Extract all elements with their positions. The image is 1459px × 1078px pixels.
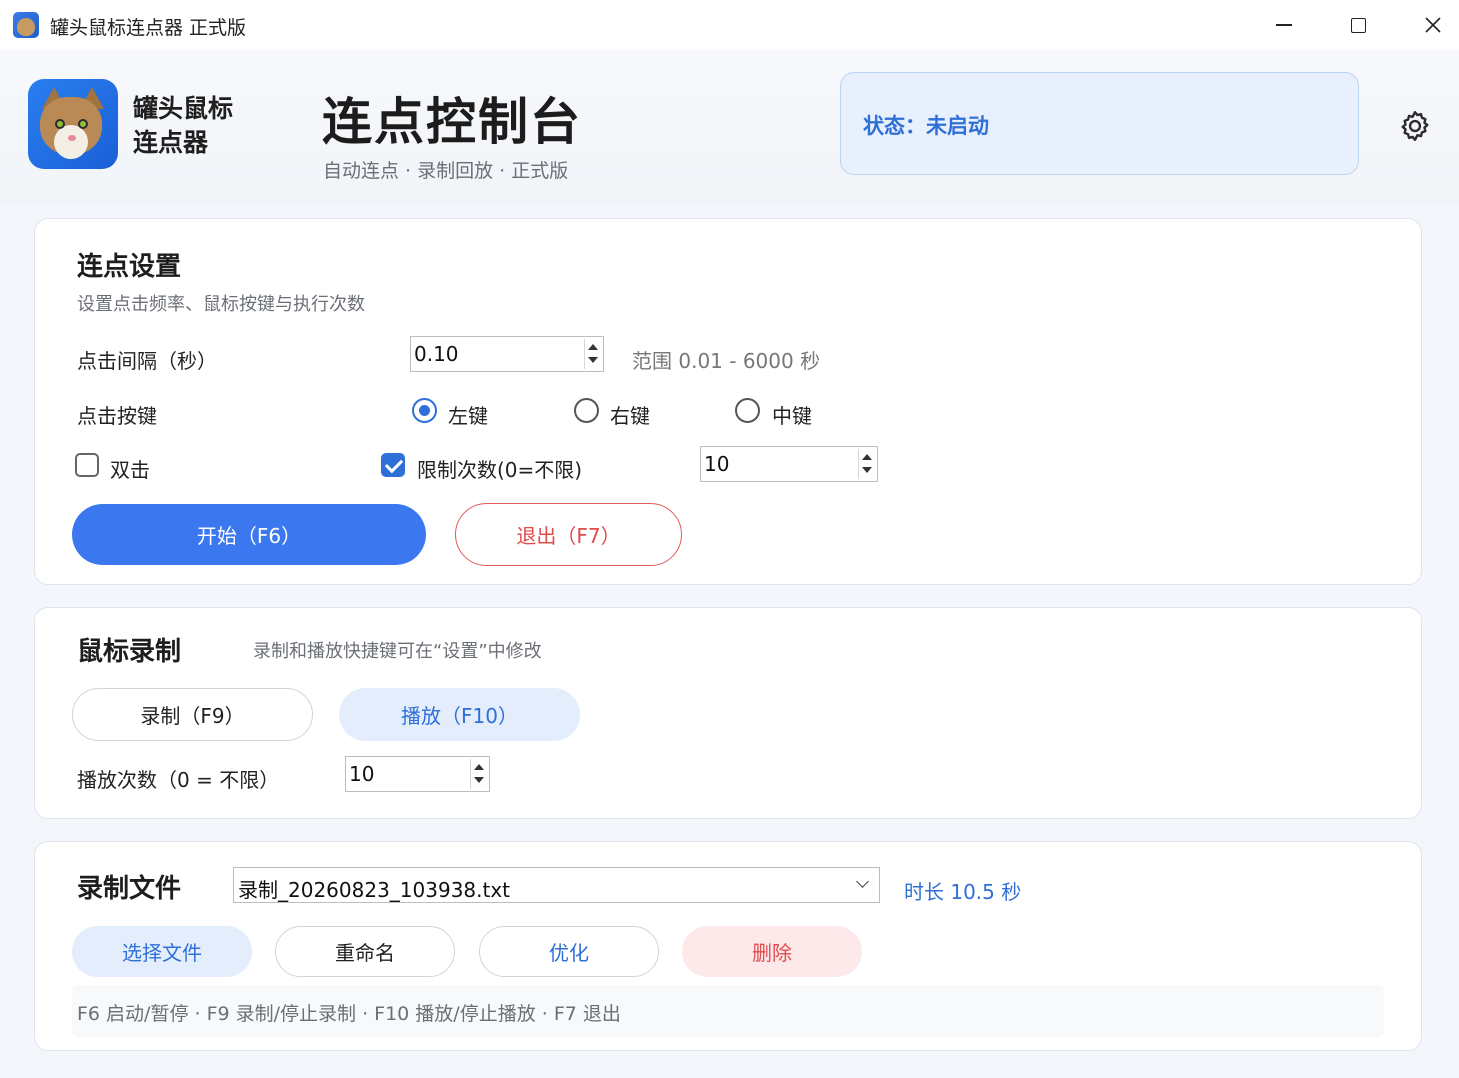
delete-button[interactable]: 删除	[682, 926, 862, 977]
status-text: 状态：未启动	[863, 114, 989, 138]
close-icon[interactable]	[1413, 8, 1453, 42]
shortcuts-hint-bar: F6 启动/暂停 · F9 录制/停止录制 · F10 播放/停止播放 · F7…	[72, 985, 1384, 1037]
play-count-stepper[interactable]	[470, 759, 487, 789]
play-button[interactable]: 播放（F10）	[339, 688, 580, 741]
interval-label: 点击间隔（秒）	[77, 349, 217, 373]
rename-button[interactable]: 重命名	[275, 926, 455, 977]
limit-count-checkbox[interactable]	[381, 453, 405, 477]
interval-spinbox[interactable]: 0.10	[410, 336, 604, 372]
limit-count-label[interactable]: 限制次数(0=不限)	[417, 454, 582, 483]
shortcuts-hint: F6 启动/暂停 · F9 录制/停止录制 · F10 播放/停止播放 · F7…	[77, 1003, 621, 1025]
click-settings-title: 连点设置	[77, 252, 182, 282]
start-button[interactable]: 开始（F6）	[72, 504, 426, 565]
gear-icon[interactable]	[1397, 108, 1433, 144]
radio-left-label[interactable]: 左键	[448, 400, 488, 429]
radio-right-button[interactable]	[574, 398, 599, 423]
mouse-record-title: 鼠标录制	[77, 637, 182, 667]
record-duration: 时长 10.5 秒	[904, 880, 1022, 904]
brand-name: 罐头鼠标 连点器	[133, 94, 234, 157]
choose-file-button[interactable]: 选择文件	[72, 926, 252, 977]
mouse-record-hint: 录制和播放快捷键可在“设置”中修改	[253, 641, 542, 662]
radio-middle-button[interactable]	[735, 398, 760, 423]
limit-count-value: 10	[704, 452, 730, 476]
radio-middle-label[interactable]: 中键	[772, 400, 812, 429]
limit-count-stepper[interactable]	[858, 449, 875, 479]
play-count-label: 播放次数（0 = 不限）	[77, 768, 280, 792]
record-button[interactable]: 录制（F9）	[72, 688, 313, 741]
interval-stepper[interactable]	[584, 339, 601, 369]
optimize-button[interactable]: 优化	[479, 926, 659, 977]
radio-right-label[interactable]: 右键	[610, 400, 650, 429]
maximize-icon[interactable]	[1338, 8, 1378, 42]
page-title: 连点控制台	[322, 93, 582, 151]
minimize-icon[interactable]	[1264, 8, 1304, 42]
limit-count-spinbox[interactable]: 10	[700, 446, 878, 482]
record-file-select[interactable]: 录制_20260823_103938.txt	[233, 867, 880, 903]
click-button-label: 点击按键	[77, 404, 157, 428]
chevron-down-icon[interactable]	[856, 875, 869, 888]
record-file-title: 录制文件	[77, 874, 182, 904]
play-count-value: 10	[349, 762, 375, 786]
title-bar: 罐头鼠标连点器 正式版	[0, 0, 1459, 50]
double-click-checkbox[interactable]	[75, 453, 99, 477]
exit-button[interactable]: 退出（F7）	[455, 503, 682, 566]
record-file-selected: 录制_20260823_103938.txt	[238, 878, 511, 902]
click-settings-description: 设置点击频率、鼠标按键与执行次数	[77, 294, 365, 315]
cat-logo-icon	[28, 79, 118, 169]
double-click-label[interactable]: 双击	[110, 454, 150, 483]
radio-left-button[interactable]	[412, 398, 437, 423]
page-subtitle: 自动连点 · 录制回放 · 正式版	[323, 160, 569, 182]
window-title: 罐头鼠标连点器 正式版	[50, 17, 247, 39]
play-count-spinbox[interactable]: 10	[345, 756, 490, 792]
interval-range-hint: 范围 0.01 - 6000 秒	[632, 349, 821, 373]
app-icon	[13, 12, 39, 38]
interval-value: 0.10	[414, 342, 459, 366]
status-card: 状态：未启动	[840, 72, 1359, 175]
